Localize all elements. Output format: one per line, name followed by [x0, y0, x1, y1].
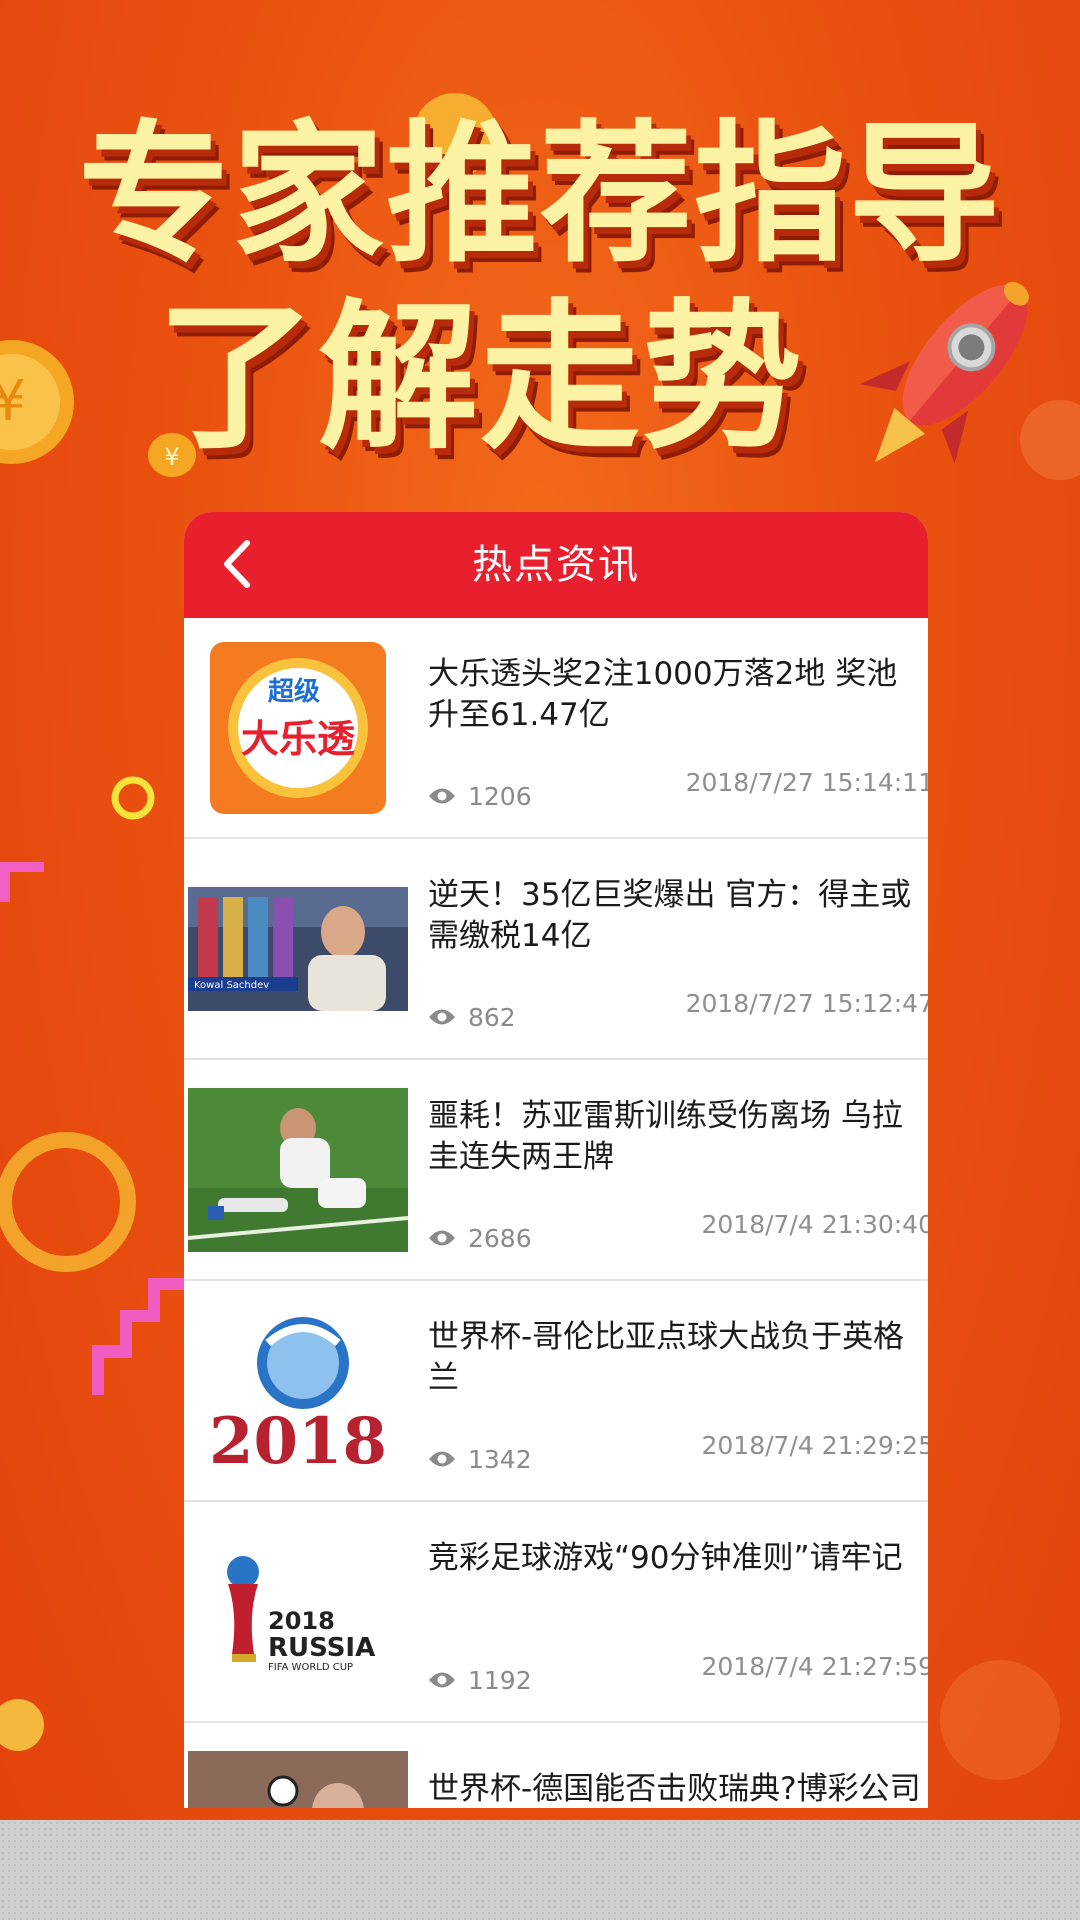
coin-icon [0, 1699, 44, 1751]
news-item[interactable]: Kowal Sachdev 逆天！35亿巨奖爆出 官方：得主或需缴税14亿 86… [184, 839, 928, 1060]
view-count-value: 1192 [468, 1665, 532, 1695]
thumb-logo-text: 2018 [268, 1607, 335, 1635]
news-item[interactable]: 世界杯-德国能否击败瑞典?博彩公司给出答案 [184, 1723, 928, 1808]
news-thumbnail: 2018 [188, 1303, 408, 1479]
news-thumbnail: 超级 大乐透 [188, 640, 408, 816]
thumb-logo-text: FIFA WORLD CUP [268, 1662, 353, 1673]
news-thumbnail: Kowal Sachdev [188, 861, 408, 1037]
news-timestamp: 2018/7/4 21:27:59 [701, 1652, 928, 1681]
headline-line-1: 专家推荐指导 [78, 106, 1002, 283]
zigzag-decoration [0, 862, 44, 902]
news-item[interactable]: 2018 RUSSIA FIFA WORLD CUP 竞彩足球游戏“90分钟准则… [184, 1502, 928, 1723]
thumb-logo-text: 2018 [209, 1404, 387, 1479]
news-timestamp: 2018/7/4 21:30:40 [701, 1210, 928, 1239]
news-title: 噩耗！苏亚雷斯训练受伤离场 乌拉圭连失两王牌 [428, 1098, 903, 1175]
thumb-logo-text: 超级 [268, 676, 320, 707]
news-thumbnail: 2018 RUSSIA FIFA WORLD CUP [188, 1524, 408, 1700]
thumb-logo-text: 大乐透 [241, 717, 356, 761]
eye-icon [429, 1009, 455, 1025]
headline-line-2: 了解走势 [155, 284, 804, 471]
news-title: 竞彩足球游戏“90分钟准则”请牢记 [428, 1540, 903, 1576]
app-bar: 热点资讯 [184, 512, 928, 618]
news-item[interactable]: 2018 世界杯-哥伦比亚点球大战负于英格兰 1342 2018/7/4 21:… [184, 1281, 928, 1502]
eye-icon [429, 1451, 455, 1467]
view-count-value: 1206 [468, 781, 532, 811]
view-count: 2686 [428, 1220, 532, 1256]
news-title: 世界杯-德国能否击败瑞典?博彩公司给出答案 [428, 1771, 921, 1807]
news-thumbnail [188, 1082, 408, 1258]
news-timestamp: 2018/7/4 21:29:25 [701, 1431, 928, 1460]
news-item[interactable]: 噩耗！苏亚雷斯训练受伤离场 乌拉圭连失两王牌 2686 2018/7/4 21:… [184, 1060, 928, 1281]
thumb-caption: Kowal Sachdev [194, 980, 269, 991]
view-count: 1206 [428, 778, 532, 814]
eye-icon [429, 788, 455, 804]
view-count: 862 [428, 999, 516, 1035]
page-title: 热点资讯 [472, 542, 640, 588]
view-count-value: 1342 [468, 1444, 532, 1474]
thumb-logo-text: RUSSIA [268, 1633, 375, 1663]
eye-icon [429, 1672, 455, 1688]
bottom-bar [0, 1820, 1080, 1920]
news-title: 世界杯-哥伦比亚点球大战负于英格兰 [428, 1319, 905, 1396]
news-list: 超级 大乐透 大乐透头奖2注1000万落2地 奖池升至61.47亿 1206 2… [184, 618, 928, 1808]
news-timestamp: 2018/7/27 15:14:11 [685, 768, 928, 797]
view-count-value: 862 [468, 1002, 516, 1032]
zigzag-decoration [92, 1278, 184, 1395]
news-thumbnail [188, 1751, 408, 1808]
news-timestamp: 2018/7/27 15:12:47 [685, 989, 928, 1018]
view-count: 1192 [428, 1662, 532, 1698]
phone-screen: 热点资讯 超级 大乐透 大乐透头奖2注1000万落2地 奖池升至61.47亿 1… [184, 512, 928, 1808]
news-item[interactable]: 超级 大乐透 大乐透头奖2注1000万落2地 奖池升至61.47亿 1206 2… [184, 618, 928, 839]
ring-decoration [111, 776, 155, 820]
view-count-value: 2686 [468, 1223, 532, 1253]
ring-decoration [0, 1132, 136, 1272]
news-title: 逆天！35亿巨奖爆出 官方：得主或需缴税14亿 [428, 877, 912, 954]
news-title: 大乐透头奖2注1000万落2地 奖池升至61.47亿 [428, 656, 898, 733]
eye-icon [429, 1230, 455, 1246]
view-count: 1342 [428, 1441, 532, 1477]
